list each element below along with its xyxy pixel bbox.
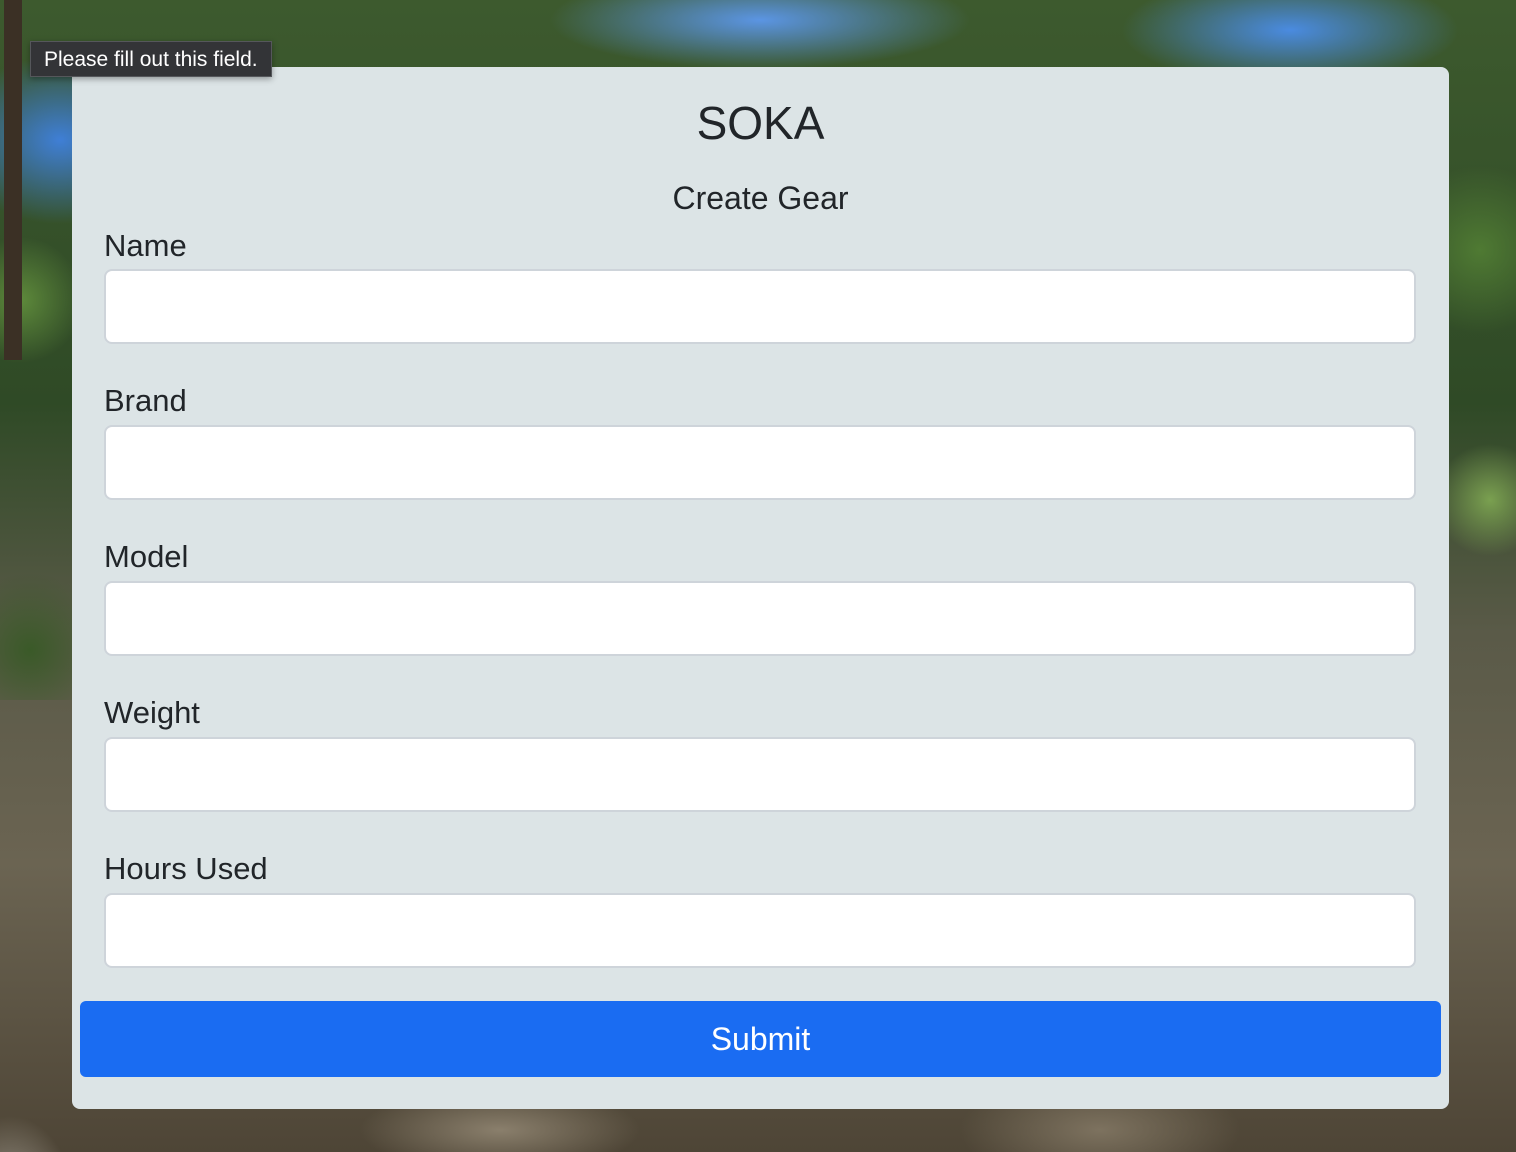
name-input[interactable] bbox=[104, 269, 1416, 344]
brand-input[interactable] bbox=[104, 425, 1416, 500]
app-title: SOKA bbox=[696, 97, 825, 149]
hours-used-input[interactable] bbox=[104, 893, 1416, 968]
model-input[interactable] bbox=[104, 581, 1416, 656]
page-subtitle: Create Gear bbox=[672, 180, 849, 216]
validation-tooltip: Please fill out this field. bbox=[30, 41, 272, 77]
hours-used-label: Hours Used bbox=[104, 851, 268, 886]
brand-label: Brand bbox=[104, 383, 187, 418]
create-gear-card: SOKA Create Gear Name Brand Model Weight… bbox=[72, 67, 1449, 1109]
weight-input[interactable] bbox=[104, 737, 1416, 812]
name-label: Name bbox=[104, 228, 187, 263]
submit-button[interactable]: Submit bbox=[80, 1001, 1441, 1077]
weight-label: Weight bbox=[104, 695, 200, 730]
tree-trunk bbox=[4, 0, 22, 360]
model-label: Model bbox=[104, 539, 189, 574]
